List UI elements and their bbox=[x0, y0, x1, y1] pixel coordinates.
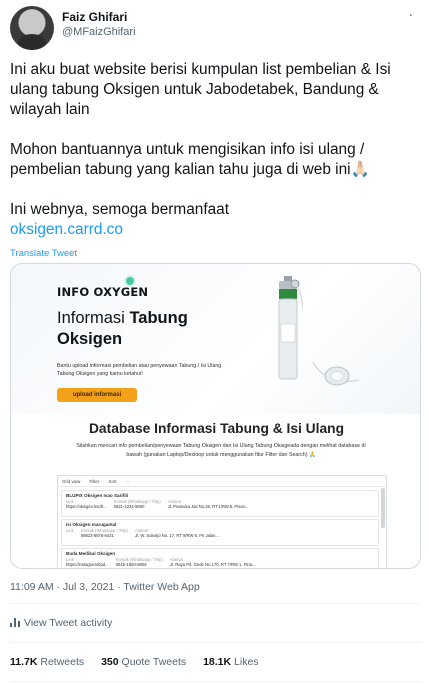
row-col-value: Jl. W. Sukarjo No. 17, RT 9/RW 8, Pri Ja… bbox=[134, 533, 219, 538]
link-preview-card[interactable]: INFO OXYGEN Informasi Tabung Oksigen Bant… bbox=[10, 263, 421, 569]
brand-badge-icon bbox=[124, 275, 136, 287]
author-handle[interactable]: @MFaizGhifari bbox=[62, 26, 136, 38]
card-description: Bantu upload informasi pembelian atau pe… bbox=[57, 363, 222, 377]
tweet-paragraph-1: Ini aku buat website berisi kumpulan lis… bbox=[10, 61, 391, 118]
row-col-value: https://instagram/bpd... bbox=[66, 562, 109, 567]
table-row[interactable]: Buda Medikal Oksigen Link https://instagr… bbox=[61, 548, 379, 568]
card-hero: INFO OXYGEN Informasi Tabung Oksigen Bant… bbox=[11, 264, 420, 414]
avatar[interactable] bbox=[10, 6, 54, 50]
tweet: Faiz Ghifari @MFaizGhifari · Ini aku bua… bbox=[0, 0, 429, 684]
divider bbox=[10, 681, 421, 682]
card-brand: INFO OXYGEN bbox=[57, 285, 149, 299]
upload-info-button[interactable]: upload informasi bbox=[57, 388, 137, 402]
tweet-paragraph-3: Ini webnya, semoga bermanfaat bbox=[10, 201, 230, 218]
row-col-value: Jl. Pramuka Jati No.26, RT.1/RW.8, Pisan… bbox=[167, 504, 249, 509]
oxygen-tank-icon bbox=[278, 276, 303, 380]
row-col-value: https://oksigen.ksoft... bbox=[66, 504, 107, 509]
tweet-paragraph-2: Mohon bantuannya untuk mengisikan info i… bbox=[10, 141, 370, 178]
retweets-stat[interactable]: 11.7K Retweets bbox=[10, 656, 84, 668]
table-toolbar: Grid view Filter Sort ··· bbox=[58, 476, 386, 487]
toolbar-grid-view[interactable]: Grid view bbox=[62, 479, 80, 484]
database-title: Database Informasi Tabung & Isi Ulang bbox=[88, 421, 345, 436]
table-row[interactable]: BLUPIX Oksigen Isao Sarifili Link https:/… bbox=[61, 490, 379, 517]
card-title: Informasi Tabung Oksigen bbox=[57, 309, 188, 348]
tweet-text: Ini aku buat website berisi kumpulan lis… bbox=[10, 60, 422, 240]
row-col-value: Jl. Raya Pd. Gede No.170, RT 7/RW 1, Pin… bbox=[169, 562, 256, 567]
divider bbox=[10, 603, 421, 604]
row-col-value: 0815-1850-5808 bbox=[115, 562, 147, 567]
row-col-value: 0821-1234-5690 bbox=[113, 504, 145, 509]
table-row[interactable]: Isi Oksigen marugamal Link Kontak (Whats… bbox=[61, 519, 379, 546]
divider bbox=[10, 642, 421, 643]
toolbar-filter[interactable]: Filter bbox=[90, 479, 100, 484]
toolbar-sort[interactable]: Sort bbox=[109, 479, 117, 484]
database-description: Silahkan mencari info pembelian/penyewaa… bbox=[76, 443, 366, 458]
more-options-icon[interactable]: · bbox=[408, 7, 413, 21]
author-name[interactable]: Faiz Ghifari bbox=[62, 10, 127, 24]
oxygen-mask-icon bbox=[312, 361, 360, 386]
view-tweet-activity[interactable]: View Tweet activity bbox=[10, 617, 112, 629]
translate-tweet-link[interactable]: Translate Tweet bbox=[10, 248, 77, 259]
view-tweet-activity-label: View Tweet activity bbox=[24, 617, 113, 629]
quote-tweets-stat[interactable]: 350 Quote Tweets bbox=[101, 656, 186, 668]
bar-chart-icon bbox=[10, 618, 20, 627]
likes-stat[interactable]: 18.1K Likes bbox=[203, 656, 258, 668]
tweet-link[interactable]: oksigen.carrd.co bbox=[10, 220, 422, 240]
toolbar-more[interactable]: ··· bbox=[126, 479, 130, 484]
database-table[interactable]: Grid view Filter Sort ··· BLUPIX Oksigen… bbox=[57, 475, 387, 568]
row-col-label: Link bbox=[66, 527, 74, 533]
row-col-value: 08823-8876-6431 bbox=[80, 533, 114, 538]
table-scrollbar[interactable] bbox=[381, 488, 385, 528]
tweet-timestamp[interactable]: 11:09 AM · Jul 3, 2021 · Twitter Web App bbox=[10, 581, 200, 593]
tweet-stats: 11.7K Retweets 350 Quote Tweets 18.1K Li… bbox=[10, 656, 273, 668]
